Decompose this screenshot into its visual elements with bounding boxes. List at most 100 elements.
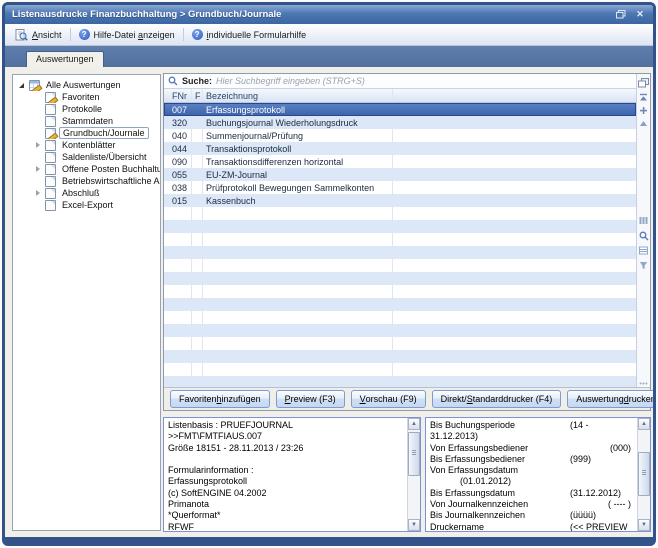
table-row-empty[interactable] xyxy=(164,207,636,220)
info-panel-left-scrollbar[interactable]: ▲ ▼ xyxy=(407,418,420,531)
table-row-empty[interactable] xyxy=(164,350,636,363)
tree-item-alle-auswertungen[interactable]: Alle Auswertungen xyxy=(13,79,160,91)
table-row-empty[interactable] xyxy=(164,324,636,337)
scrollbar-thumb[interactable] xyxy=(408,432,420,476)
scroll-top-icon[interactable] xyxy=(637,91,650,104)
page-icon xyxy=(45,164,56,175)
tree-expander-open-icon[interactable] xyxy=(17,83,26,88)
autofilter-icon[interactable] xyxy=(637,244,650,257)
columns-icon[interactable] xyxy=(637,214,650,227)
info-line: >>FMT\FMTFIAUS.007 xyxy=(168,431,403,442)
info-panel-right-scrollbar[interactable]: ▲ ▼ xyxy=(637,418,650,531)
cell-empty xyxy=(393,155,636,168)
direkt-standarddrucker-f4-button[interactable]: Direkt/Standarddrucker (F4) xyxy=(432,390,562,408)
table-row-empty[interactable] xyxy=(164,272,636,285)
tree-item-stammdaten[interactable]: Stammdaten xyxy=(13,115,160,127)
search-input[interactable]: Hier Suchbegriff eingeben (STRG+S) xyxy=(216,76,365,86)
column-header-fnr[interactable]: FNr xyxy=(164,89,192,102)
preview-f3-button[interactable]: Preview (F3) xyxy=(276,390,345,408)
tree-item-protokolle[interactable]: Protokolle xyxy=(13,103,160,115)
tree-item-label: Alle Auswertungen xyxy=(43,80,124,90)
tab-band: Auswertungen xyxy=(5,46,653,67)
screen: Listenausdrucke Finanzbuchhaltung > Grun… xyxy=(0,0,658,548)
add-icon[interactable] xyxy=(637,104,650,117)
scroll-down-icon[interactable]: ▼ xyxy=(638,519,650,531)
search-icon[interactable] xyxy=(637,229,650,242)
column-header-bezeichnung[interactable]: Bezeichnung xyxy=(203,89,393,102)
close-icon[interactable]: ✕ xyxy=(634,9,646,21)
page-icon xyxy=(45,188,56,199)
toolbar-button-hilfe-datei-anzeigen[interactable]: ?Hilfe-Datei anzeigen xyxy=(73,27,181,42)
tree-item-saldenliste-übersicht[interactable]: Saldenliste/Übersicht xyxy=(13,151,160,163)
tree-expander-closed-icon[interactable] xyxy=(33,166,42,172)
table-row-empty[interactable] xyxy=(164,233,636,246)
tree-item-betriebswirtschaftliche-auswertungen[interactable]: Betriebswirtschaftliche Auswertungen xyxy=(13,175,160,187)
cell-bezeichnung xyxy=(203,285,393,298)
table-row[interactable]: 320Buchungsjournal Wiederholungsdruck xyxy=(164,116,636,129)
toolbar-button-ansicht[interactable]: Ansicht xyxy=(9,27,68,43)
cell-fnr: 040 xyxy=(164,129,192,142)
tree-item-favoriten[interactable]: Favoriten xyxy=(13,91,160,103)
grid-header: FNr F Bezeichnung xyxy=(164,89,636,103)
search-bar[interactable]: Suche: Hier Suchbegriff eingeben (STRG+S… xyxy=(164,74,636,89)
column-header-empty xyxy=(393,89,636,102)
table-row[interactable]: 015Kassenbuch xyxy=(164,194,636,207)
column-corner-icon[interactable] xyxy=(637,76,650,89)
cell-bezeichnung xyxy=(203,207,393,220)
cell-empty xyxy=(393,324,636,337)
tree-expander-closed-icon[interactable] xyxy=(33,142,42,148)
toolbar-button-individuelle-formularhilfe[interactable]: ?individuelle Formularhilfe xyxy=(186,27,313,42)
vorschau-f9-button[interactable]: Vorschau (F9) xyxy=(351,390,426,408)
info-line: Druckername(<< PREVIEW xyxy=(430,522,633,531)
restore-icon[interactable] xyxy=(615,9,627,21)
table-row-empty[interactable] xyxy=(164,298,636,311)
cell-bezeichnung: Summenjournal/Prüfung xyxy=(203,129,393,142)
toolbar-button-label: Ansicht xyxy=(32,30,62,40)
report-grid: Suche: Hier Suchbegriff eingeben (STRG+S… xyxy=(163,73,651,411)
table-row[interactable]: 055EU-ZM-Journal xyxy=(164,168,636,181)
favoriten-hinzufügen-button[interactable]: Favoriten hinzufügen xyxy=(170,390,270,408)
table-row-empty[interactable] xyxy=(164,259,636,272)
scroll-up-icon[interactable]: ▲ xyxy=(638,418,650,430)
table-row-empty[interactable] xyxy=(164,311,636,324)
help-icon: ? xyxy=(192,29,203,40)
table-row-empty[interactable] xyxy=(164,363,636,376)
scroll-up-icon[interactable] xyxy=(637,117,650,130)
info-line-label: Bis Erfassungsdatum xyxy=(430,488,515,498)
tree-item-label: Betriebswirtschaftliche Auswertungen xyxy=(59,176,160,186)
tree-expander-closed-icon[interactable] xyxy=(33,190,42,196)
table-row[interactable]: 044Transaktionsprotokoll xyxy=(164,142,636,155)
tree-item-grundbuch-journale[interactable]: Grundbuch/Journale xyxy=(13,127,160,139)
scrollbar-thumb[interactable] xyxy=(638,452,650,496)
tree-item-offene-posten-buchhaltung[interactable]: Offene Posten Buchhaltung xyxy=(13,163,160,175)
table-row-empty[interactable] xyxy=(164,376,636,387)
cell-f xyxy=(192,155,203,168)
column-header-f[interactable]: F xyxy=(192,89,203,102)
toolbar: Ansicht ?Hilfe-Datei anzeigen ?individuell… xyxy=(5,24,653,46)
auswertung-drucken-button[interactable]: Auswertung drucken xyxy=(567,390,656,408)
filter-icon[interactable] xyxy=(637,259,650,272)
cell-f xyxy=(192,220,203,233)
cell-bezeichnung xyxy=(203,298,393,311)
cell-bezeichnung: Buchungsjournal Wiederholungsdruck xyxy=(203,116,393,129)
scroll-up-icon[interactable]: ▲ xyxy=(408,418,420,430)
table-row-empty[interactable] xyxy=(164,285,636,298)
table-row[interactable]: 038Prüfprotokoll Bewegungen Sammelkonten xyxy=(164,181,636,194)
tree-item-kontenblätter[interactable]: Kontenblätter xyxy=(13,139,160,151)
tab-auswertungen[interactable]: Auswertungen xyxy=(26,51,104,67)
cell-fnr xyxy=(164,246,192,259)
scroll-down-icon[interactable]: ▼ xyxy=(408,519,420,531)
cell-fnr xyxy=(164,207,192,220)
info-line-value: (üüüü) xyxy=(570,510,596,521)
info-line-value: (14 - xyxy=(570,420,589,431)
tree-item-excel-export[interactable]: Excel-Export xyxy=(13,199,160,211)
info-line: RFWF xyxy=(168,522,403,531)
tree-item-abschluß[interactable]: Abschluß xyxy=(13,187,160,199)
table-row[interactable]: 007Erfassungsprotokoll xyxy=(164,103,636,116)
table-row[interactable]: 040 Summenjournal/Prüfung xyxy=(164,129,636,142)
table-row-empty[interactable] xyxy=(164,246,636,259)
table-row-empty[interactable] xyxy=(164,220,636,233)
table-row[interactable]: 090Transaktionsdifferenzen horizontal xyxy=(164,155,636,168)
table-row-empty[interactable] xyxy=(164,337,636,350)
menu-icon[interactable] xyxy=(637,377,650,390)
